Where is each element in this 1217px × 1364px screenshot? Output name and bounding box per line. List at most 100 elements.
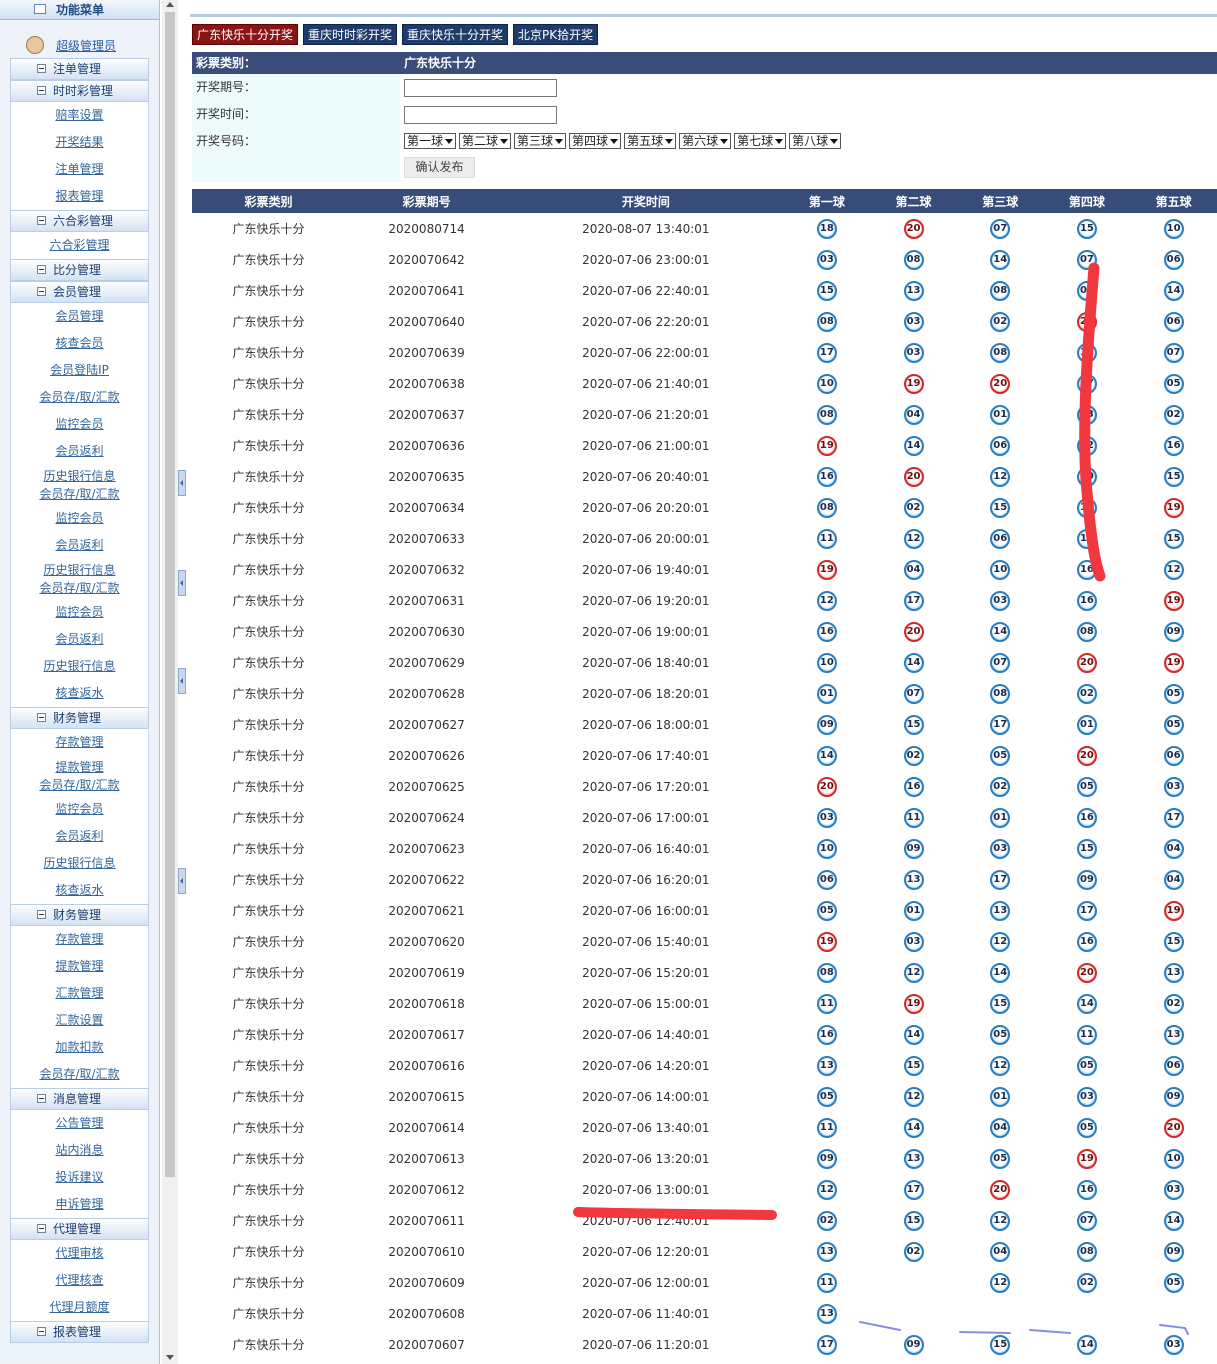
sidebar-item[interactable]: 历史银行信息 会员存/取/汇款 — [10, 465, 149, 505]
sidebar-item[interactable]: 存款管理 — [10, 729, 149, 756]
table-row: 广东快乐十分 2020070637 2020-07-06 21:20:01 08 04 0… — [192, 399, 1217, 430]
sidebar-item[interactable]: 存款管理 — [10, 926, 149, 953]
sidebar-item[interactable]: 投诉建议 — [10, 1164, 149, 1191]
cell-type: 广东快乐十分 — [232, 842, 305, 856]
period-input[interactable] — [404, 79, 557, 97]
scroll-thumb[interactable] — [165, 12, 175, 1177]
collapse-handle[interactable] — [178, 868, 186, 894]
cell-type: 广东快乐十分 — [232, 935, 305, 949]
sidebar-item[interactable]: 赔率设置 — [10, 102, 149, 129]
number-ball: 16 — [1163, 435, 1184, 456]
table-row: 广东快乐十分 2020070633 2020-07-06 20:00:01 11 12 0… — [192, 523, 1217, 554]
sidebar-item[interactable]: 核查返水 — [10, 877, 149, 904]
ball-select[interactable]: 第四球 — [569, 133, 622, 149]
sidebar-item[interactable]: 历史银行信息 — [10, 653, 149, 680]
number-ball: 04 — [1163, 869, 1184, 890]
sidebar-item[interactable]: 公告管理 — [10, 1110, 149, 1137]
ball-select[interactable]: 第二球 — [459, 133, 512, 149]
number-ball: 02 — [903, 1241, 924, 1262]
number-ball: 06 — [1163, 745, 1184, 766]
sidebar-item[interactable]: 历史银行信息 会员存/取/汇款 — [10, 559, 149, 599]
collapse-handle[interactable] — [178, 470, 186, 496]
sidebar-item[interactable]: 监控会员 — [10, 505, 149, 532]
cell-ball: 05 — [784, 1081, 871, 1112]
sidebar-item[interactable]: 提款管理 会员存/取/汇款 — [10, 756, 149, 796]
sidebar-section[interactable]: 消息管理 — [10, 1088, 149, 1110]
number-ball: 20 — [1076, 652, 1097, 673]
scroll-down-icon[interactable] — [166, 1355, 174, 1360]
sidebar-section[interactable]: 时时彩管理 — [10, 80, 149, 102]
sidebar-item[interactable]: 代理核查 — [10, 1267, 149, 1294]
number-ball: 20 — [1076, 745, 1097, 766]
cell-period: 2020070636 — [388, 438, 465, 453]
ball-select[interactable]: 第六球 — [679, 133, 732, 149]
cell-time: 2020-07-06 13:20:01 — [582, 1151, 710, 1166]
sidebar-section[interactable]: 六合彩管理 — [10, 210, 149, 232]
ball-select[interactable]: 第八球 — [789, 133, 842, 149]
sidebar-item[interactable]: 会员返利 — [10, 823, 149, 850]
sidebar-item[interactable]: 提款管理 — [10, 953, 149, 980]
sidebar-item[interactable]: 历史银行信息 — [10, 850, 149, 877]
cell-time: 2020-07-06 11:20:01 — [582, 1337, 710, 1352]
sidebar-item[interactable]: 监控会员 — [10, 599, 149, 626]
cell-period: 2020070637 — [388, 407, 465, 422]
sidebar-section[interactable]: 代理管理 — [10, 1218, 149, 1240]
confirm-publish-button[interactable]: 确认发布 — [404, 157, 475, 178]
sidebar-item[interactable]: 六合彩管理 — [10, 232, 149, 259]
tab-cq-klsf[interactable]: 重庆快乐十分开奖 — [402, 24, 509, 45]
ball-select[interactable]: 第一球 — [404, 133, 457, 149]
cell-ball: 20 — [957, 1174, 1044, 1205]
scroll-up-icon[interactable] — [166, 2, 174, 7]
collapse-handle[interactable] — [178, 668, 186, 694]
cell-ball: 07 — [870, 678, 957, 709]
number-ball: 09 — [1076, 869, 1097, 890]
sidebar-item[interactable]: 汇款管理 — [10, 980, 149, 1007]
chevron-down-icon — [500, 139, 509, 144]
cell-period: 2020070617 — [388, 1027, 465, 1042]
table-row: 广东快乐十分 2020070612 2020-07-06 13:00:01 12 17 2… — [192, 1174, 1217, 1205]
sidebar-item[interactable]: 监控会员 — [10, 411, 149, 438]
sidebar-section[interactable]: 比分管理 — [10, 259, 149, 281]
sidebar-item[interactable]: 会员返利 — [10, 626, 149, 653]
sidebar-item[interactable]: 加款扣款 — [10, 1034, 149, 1061]
sidebar-item[interactable]: 监控会员 — [10, 796, 149, 823]
sidebar-section[interactable]: 会员管理 — [10, 281, 149, 303]
cell-ball: 03 — [1130, 1174, 1217, 1205]
collapse-handle[interactable] — [178, 570, 186, 596]
sidebar-item[interactable]: 会员存/取/汇款 — [10, 384, 149, 411]
sidebar-section[interactable]: 报表管理 — [10, 1321, 149, 1343]
tab-bj-pk10[interactable]: 北京PK拾开奖 — [513, 24, 599, 45]
sidebar-section[interactable]: 注单管理 — [10, 58, 149, 80]
sidebar-item[interactable]: 注单管理 — [10, 156, 149, 183]
cell-ball: 13 — [784, 1050, 871, 1081]
sidebar-item[interactable]: 报表管理 — [10, 183, 149, 210]
sidebar-scrollbar[interactable] — [162, 0, 178, 1364]
number-ball: 14 — [990, 962, 1011, 983]
cell-type: 广东快乐十分 — [232, 718, 305, 732]
sidebar-item[interactable]: 代理审核 — [10, 1240, 149, 1267]
sidebar-item[interactable]: 汇款设置 — [10, 1007, 149, 1034]
time-input[interactable] — [404, 106, 557, 124]
sidebar-item[interactable]: 会员返利 — [10, 438, 149, 465]
sidebar-section[interactable]: 财务管理 — [10, 904, 149, 926]
sidebar-item[interactable]: 站内消息 — [10, 1137, 149, 1164]
sidebar-item[interactable]: 会员登陆IP — [10, 357, 149, 384]
sidebar-item[interactable]: 核查会员 — [10, 330, 149, 357]
sidebar-item[interactable]: 申诉管理 — [10, 1191, 149, 1218]
ball-select[interactable]: 第三球 — [514, 133, 567, 149]
ball-select[interactable]: 第五球 — [624, 133, 677, 149]
ball-select[interactable]: 第七球 — [734, 133, 787, 149]
sidebar-item[interactable]: 核查返水 — [10, 680, 149, 707]
sidebar-item[interactable]: 会员管理 — [10, 303, 149, 330]
sidebar-item[interactable]: 会员存/取/汇款 — [10, 1061, 149, 1088]
tab-gd-klsf[interactable]: 广东快乐十分开奖 — [192, 24, 299, 45]
tab-cq-ssc[interactable]: 重庆时时彩开奖 — [303, 24, 398, 45]
number-ball: 09 — [816, 714, 837, 735]
cell-ball: 17 — [1130, 802, 1217, 833]
table-row: 广东快乐十分 2020070618 2020-07-06 15:00:01 11 19 1… — [192, 988, 1217, 1019]
sidebar-item[interactable]: 会员返利 — [10, 532, 149, 559]
sidebar-section[interactable]: 财务管理 — [10, 707, 149, 729]
sidebar-item[interactable]: 代理月额度 — [10, 1294, 149, 1321]
current-user[interactable]: 超级管理员 — [10, 26, 149, 58]
sidebar-item[interactable]: 开奖结果 — [10, 129, 149, 156]
